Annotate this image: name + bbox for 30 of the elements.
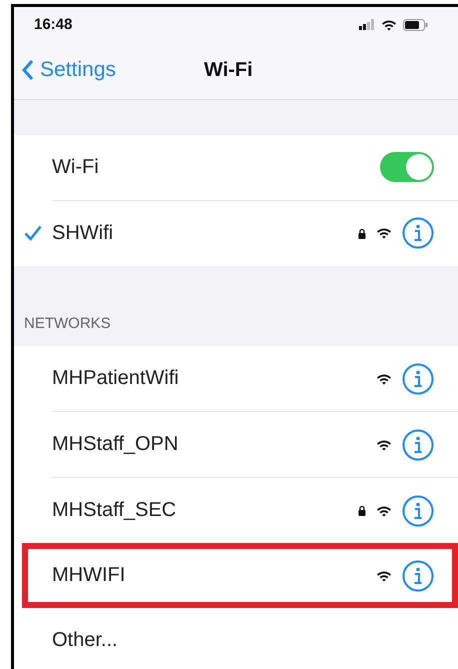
info-button[interactable] bbox=[402, 428, 434, 460]
wifi-signal-icon bbox=[376, 504, 392, 516]
battery-icon bbox=[403, 18, 428, 31]
wifi-signal-icon bbox=[376, 438, 392, 450]
network-row[interactable]: MHStaff_OPN bbox=[14, 412, 458, 477]
status-time: 16:48 bbox=[34, 16, 72, 34]
network-name: MHWIFI bbox=[52, 564, 126, 587]
network-name: MHStaff_SEC bbox=[52, 499, 178, 522]
back-chevron-icon bbox=[22, 59, 34, 82]
network-row[interactable]: SHWifi bbox=[14, 200, 458, 266]
wifi-signal-icon bbox=[381, 18, 397, 31]
info-button[interactable] bbox=[402, 217, 434, 250]
network-row[interactable]: MHPatientWifi bbox=[14, 346, 458, 411]
cellular-signal-icon bbox=[359, 19, 375, 30]
section-header: NETWORKS bbox=[24, 315, 111, 332]
network-name: MHStaff_OPN bbox=[52, 433, 180, 456]
network-name: MHPatientWifi bbox=[52, 367, 180, 390]
network-row[interactable]: MHStaff_SEC bbox=[14, 478, 458, 543]
wifi-toggle[interactable] bbox=[380, 152, 434, 182]
info-button[interactable] bbox=[402, 494, 434, 526]
highlighted-network-row[interactable]: MHWIFI bbox=[22, 543, 458, 608]
wifi-signal-icon bbox=[376, 570, 392, 582]
wifi-signal-icon bbox=[376, 227, 392, 240]
page-title: Wi-Fi bbox=[204, 58, 253, 82]
network-name: SHWifi bbox=[52, 222, 114, 245]
info-button[interactable] bbox=[402, 362, 434, 394]
wifi-signal-icon bbox=[376, 372, 392, 384]
other-network-link[interactable]: Other... bbox=[52, 629, 434, 652]
wifi-label: Wi-Fi bbox=[52, 156, 100, 179]
info-button[interactable] bbox=[402, 560, 434, 592]
